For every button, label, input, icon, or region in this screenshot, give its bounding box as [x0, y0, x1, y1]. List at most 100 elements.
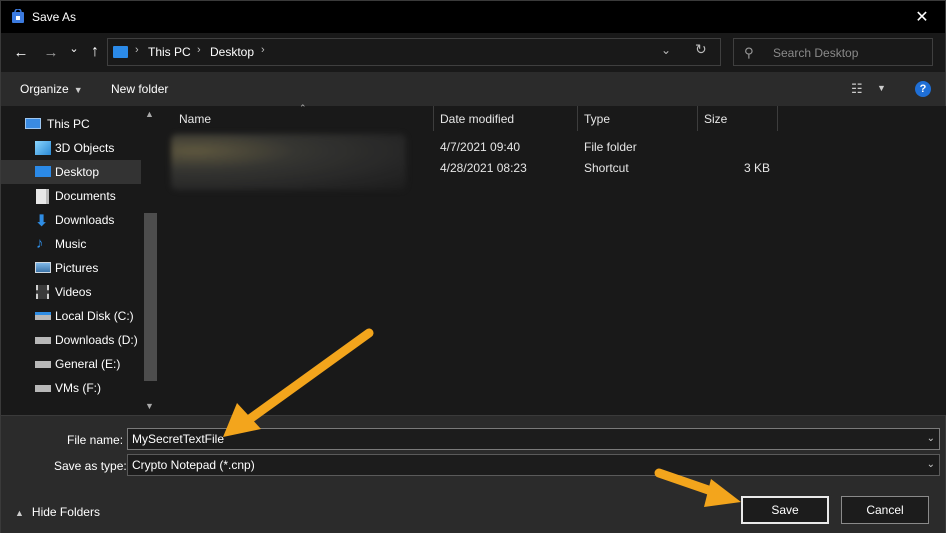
drive-icon — [35, 361, 51, 368]
nav-item-pictures[interactable]: Pictures — [1, 256, 141, 280]
column-label: Name — [179, 112, 212, 126]
downloads-icon: ⬇ — [35, 213, 49, 230]
up-button[interactable]: ↑ — [85, 41, 105, 63]
chevron-down-icon[interactable]: ⌄ — [927, 433, 935, 444]
nav-label: Pictures — [55, 261, 99, 275]
nav-item-music[interactable]: ♪ Music — [1, 232, 141, 256]
address-dropdown-icon[interactable]: ⌄ — [661, 43, 671, 57]
save-panel: File name: MySecretTextFile ⌄ Save as ty… — [1, 415, 945, 533]
cell-type: File folder — [584, 140, 637, 154]
view-options-icon[interactable]: ☷ — [851, 81, 863, 97]
search-input[interactable]: ⚲ Search Desktop — [733, 38, 933, 66]
organize-button[interactable]: Organize ▼ — [20, 82, 83, 96]
nav-item-videos[interactable]: Videos — [1, 280, 141, 304]
organize-label: Organize — [20, 82, 69, 96]
nav-item-vms-f[interactable]: VMs (F:) — [1, 376, 141, 400]
nav-item-local-disk-c[interactable]: Local Disk (C:) — [1, 304, 141, 328]
nav-item-desktop[interactable]: Desktop — [1, 160, 141, 184]
cell-date: 4/28/2021 08:23 — [440, 161, 527, 175]
nav-label: General (E:) — [55, 357, 121, 371]
cell-size: 3 KB — [743, 161, 770, 175]
nav-scrollbar[interactable]: ▲ ▼ — [142, 106, 158, 415]
nav-label: VMs (F:) — [55, 381, 101, 395]
blurred-file-names — [171, 134, 406, 190]
file-name-value: MySecretTextFile — [132, 432, 225, 446]
column-divider[interactable] — [777, 106, 778, 131]
save-as-dialog: Save As ✕ ← → ⌄ ↑ › This PC › Desktop › … — [0, 0, 946, 533]
hide-folders-button[interactable]: ▲ Hide Folders — [15, 505, 100, 519]
file-list: ⌃ Name Date modified Type Size 4/7/2021 … — [161, 103, 946, 415]
3d-objects-icon — [35, 141, 51, 155]
search-placeholder: Search Desktop — [773, 46, 859, 60]
cancel-button[interactable]: Cancel — [841, 496, 929, 524]
file-name-label: File name: — [67, 433, 124, 447]
column-divider[interactable] — [577, 106, 578, 131]
cell-type: Shortcut — [584, 161, 629, 175]
music-icon: ♪ — [36, 235, 44, 252]
save-type-label: Save as type: — [54, 459, 127, 473]
cell-date: 4/7/2021 09:40 — [440, 140, 521, 154]
help-icon[interactable]: ? — [915, 81, 931, 97]
column-header-name[interactable]: Name — [179, 106, 429, 131]
column-label: Type — [584, 112, 611, 126]
column-header-size[interactable]: Size — [704, 106, 774, 131]
nav-label: Documents — [55, 189, 116, 203]
scroll-up-icon[interactable]: ▲ — [145, 109, 154, 119]
scroll-thumb[interactable] — [144, 213, 157, 381]
nav-label: Music — [55, 237, 87, 251]
nav-item-3d-objects[interactable]: 3D Objects — [1, 136, 141, 160]
command-toolbar: Organize ▼ New folder ☷ ▼ ? — [1, 72, 945, 106]
disk-icon — [35, 312, 51, 320]
column-header-date[interactable]: Date modified — [440, 106, 575, 131]
nav-label: Desktop — [55, 165, 100, 179]
column-header-type[interactable]: Type — [584, 106, 694, 131]
breadcrumb-separator-icon: › — [135, 44, 139, 56]
close-icon: ✕ — [915, 9, 929, 26]
column-label: Date modified — [440, 112, 515, 126]
nav-label: 3D Objects — [55, 141, 115, 155]
title-bar: Save As ✕ — [1, 1, 945, 33]
nav-item-this-pc[interactable]: This PC — [1, 112, 141, 136]
column-divider[interactable] — [433, 106, 434, 131]
recent-locations-button[interactable]: ⌄ — [67, 37, 81, 59]
nav-label: Videos — [55, 285, 92, 299]
breadcrumb-desktop[interactable]: Desktop — [210, 45, 254, 59]
address-bar[interactable]: › This PC › Desktop › — [107, 38, 721, 66]
save-type-select[interactable]: Crypto Notepad (*.cnp) ⌄ — [127, 454, 940, 476]
nav-item-downloads[interactable]: ⬇ Downloads — [1, 208, 141, 232]
breadcrumb-separator-icon: › — [197, 44, 201, 56]
nav-label: Local Disk (C:) — [55, 309, 134, 323]
pc-icon — [113, 46, 128, 58]
save-label: Save — [771, 503, 799, 517]
notepad-lock-icon — [12, 9, 24, 23]
scroll-down-icon[interactable]: ▼ — [145, 401, 154, 411]
navigation-pane: This PC 3D Objects Desktop Documents ⬇ D… — [1, 106, 158, 415]
save-button[interactable]: Save — [741, 496, 829, 524]
file-name-field[interactable]: MySecretTextFile ⌄ — [127, 428, 940, 450]
back-button[interactable]: ← — [11, 41, 31, 63]
search-icon: ⚲ — [744, 45, 754, 60]
new-folder-label: New folder — [111, 82, 169, 96]
videos-icon — [36, 285, 49, 299]
nav-item-general-e[interactable]: General (E:) — [1, 352, 141, 376]
caret-down-icon[interactable]: ▼ — [877, 83, 886, 93]
chevron-down-icon[interactable]: ⌄ — [927, 459, 935, 470]
forward-button[interactable]: → — [41, 41, 61, 63]
breadcrumb-separator-icon: › — [261, 44, 265, 56]
documents-icon — [36, 189, 49, 204]
caret-up-icon: ▲ — [15, 508, 24, 518]
pictures-icon — [35, 262, 51, 273]
save-type-value: Crypto Notepad (*.cnp) — [132, 458, 255, 472]
nav-item-downloads-d[interactable]: Downloads (D:) — [1, 328, 141, 352]
nav-item-documents[interactable]: Documents — [1, 184, 141, 208]
nav-label: This PC — [47, 117, 90, 131]
forward-arrow-icon: → — [43, 43, 59, 61]
refresh-icon[interactable]: ↻ — [695, 41, 707, 58]
nav-label: Downloads — [55, 213, 115, 227]
column-divider[interactable] — [697, 106, 698, 131]
breadcrumb-this-pc[interactable]: This PC — [148, 45, 191, 59]
drive-icon — [35, 337, 51, 344]
window-title: Save As — [32, 10, 77, 24]
close-button[interactable]: ✕ — [899, 1, 945, 33]
new-folder-button[interactable]: New folder — [111, 82, 168, 96]
